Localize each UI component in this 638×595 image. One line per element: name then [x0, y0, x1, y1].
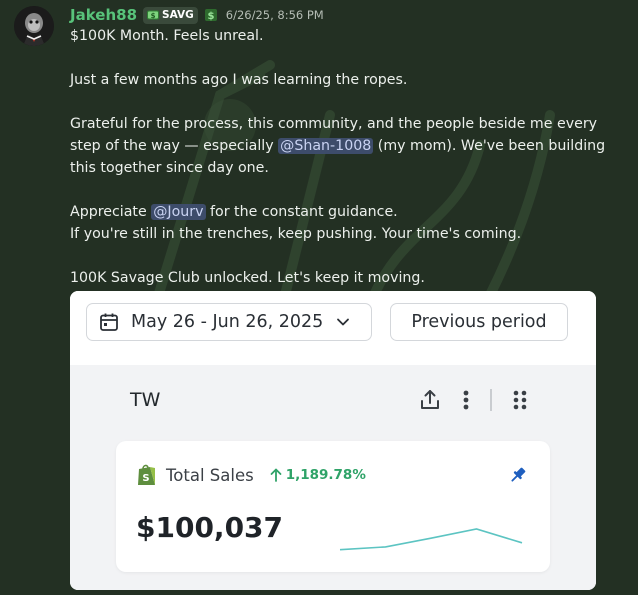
message-timestamp: 6/26/25, 8:56 PM: [225, 8, 324, 22]
message-text: for the constant guidance.: [210, 204, 398, 220]
message-line: 100K Savage Club unlocked. Let's keep it…: [70, 270, 425, 286]
card-header: S Total Sales 1,189.78%: [136, 463, 366, 487]
share-icon: [421, 390, 439, 409]
message-text: Appreciate: [70, 204, 147, 220]
server-tag[interactable]: $ SAVG: [143, 6, 198, 24]
shopify-icon: S: [138, 464, 155, 485]
sparkline-path: [339, 528, 523, 551]
server-tag-label: SAVG: [162, 9, 194, 21]
arrow-up-icon: [270, 468, 282, 482]
previous-period-button: Previous period: [390, 303, 568, 341]
dashboard-panel: TW S Total Sales 1,189.78% $100,037: [70, 365, 596, 590]
money-icon: $: [147, 10, 160, 20]
message-line: Just a few months ago I was learning the…: [70, 72, 408, 88]
more-vertical-icon: [463, 390, 469, 410]
username[interactable]: Jakeh88: [70, 6, 137, 24]
image-toolbar: May 26 - Jun 26, 2025 Previous period: [70, 291, 596, 365]
svg-text:$: $: [207, 11, 214, 22]
divider: [490, 389, 492, 411]
message-line: Grateful for the process, this community…: [70, 113, 630, 179]
calendar-icon: [100, 313, 118, 331]
message-header: Jakeh88 $ SAVG $ 6/26/25, 8:56 PM: [70, 5, 324, 25]
message-line: If you're still in the trenches, keep pu…: [70, 226, 522, 242]
date-range-picker: May 26 - Jun 26, 2025: [86, 303, 372, 341]
svg-text:$: $: [151, 12, 156, 20]
change-indicator: 1,189.78%: [270, 467, 366, 483]
mention-shan[interactable]: @Shan-1008: [278, 138, 374, 154]
message-line: $100K Month. Feels unreal.: [70, 28, 264, 44]
panel-tools: [418, 385, 528, 415]
mention-jourv[interactable]: @Jourv: [151, 204, 206, 220]
avatar[interactable]: [14, 6, 54, 46]
message-line: Appreciate @Jourv for the constant guida…: [70, 201, 630, 223]
store-label: TW: [130, 389, 161, 411]
message-body: $100K Month. Feels unreal. Just a few mo…: [70, 25, 630, 289]
total-sales-value: $100,037: [136, 511, 284, 544]
drag-handle-icon: [513, 390, 526, 410]
role-badge-icon[interactable]: $: [204, 8, 218, 22]
chevron-down-icon: [337, 318, 350, 326]
total-sales-card: S Total Sales 1,189.78% $100,037: [116, 441, 550, 572]
attached-image[interactable]: May 26 - Jun 26, 2025 Previous period TW: [70, 291, 596, 590]
sales-sparkline: [339, 528, 523, 551]
svg-text:S: S: [142, 473, 149, 484]
pin-icon: [511, 467, 526, 482]
card-title: Total Sales: [166, 465, 254, 485]
date-range-text: May 26 - Jun 26, 2025: [131, 312, 324, 332]
change-value: 1,189.78%: [285, 467, 366, 483]
